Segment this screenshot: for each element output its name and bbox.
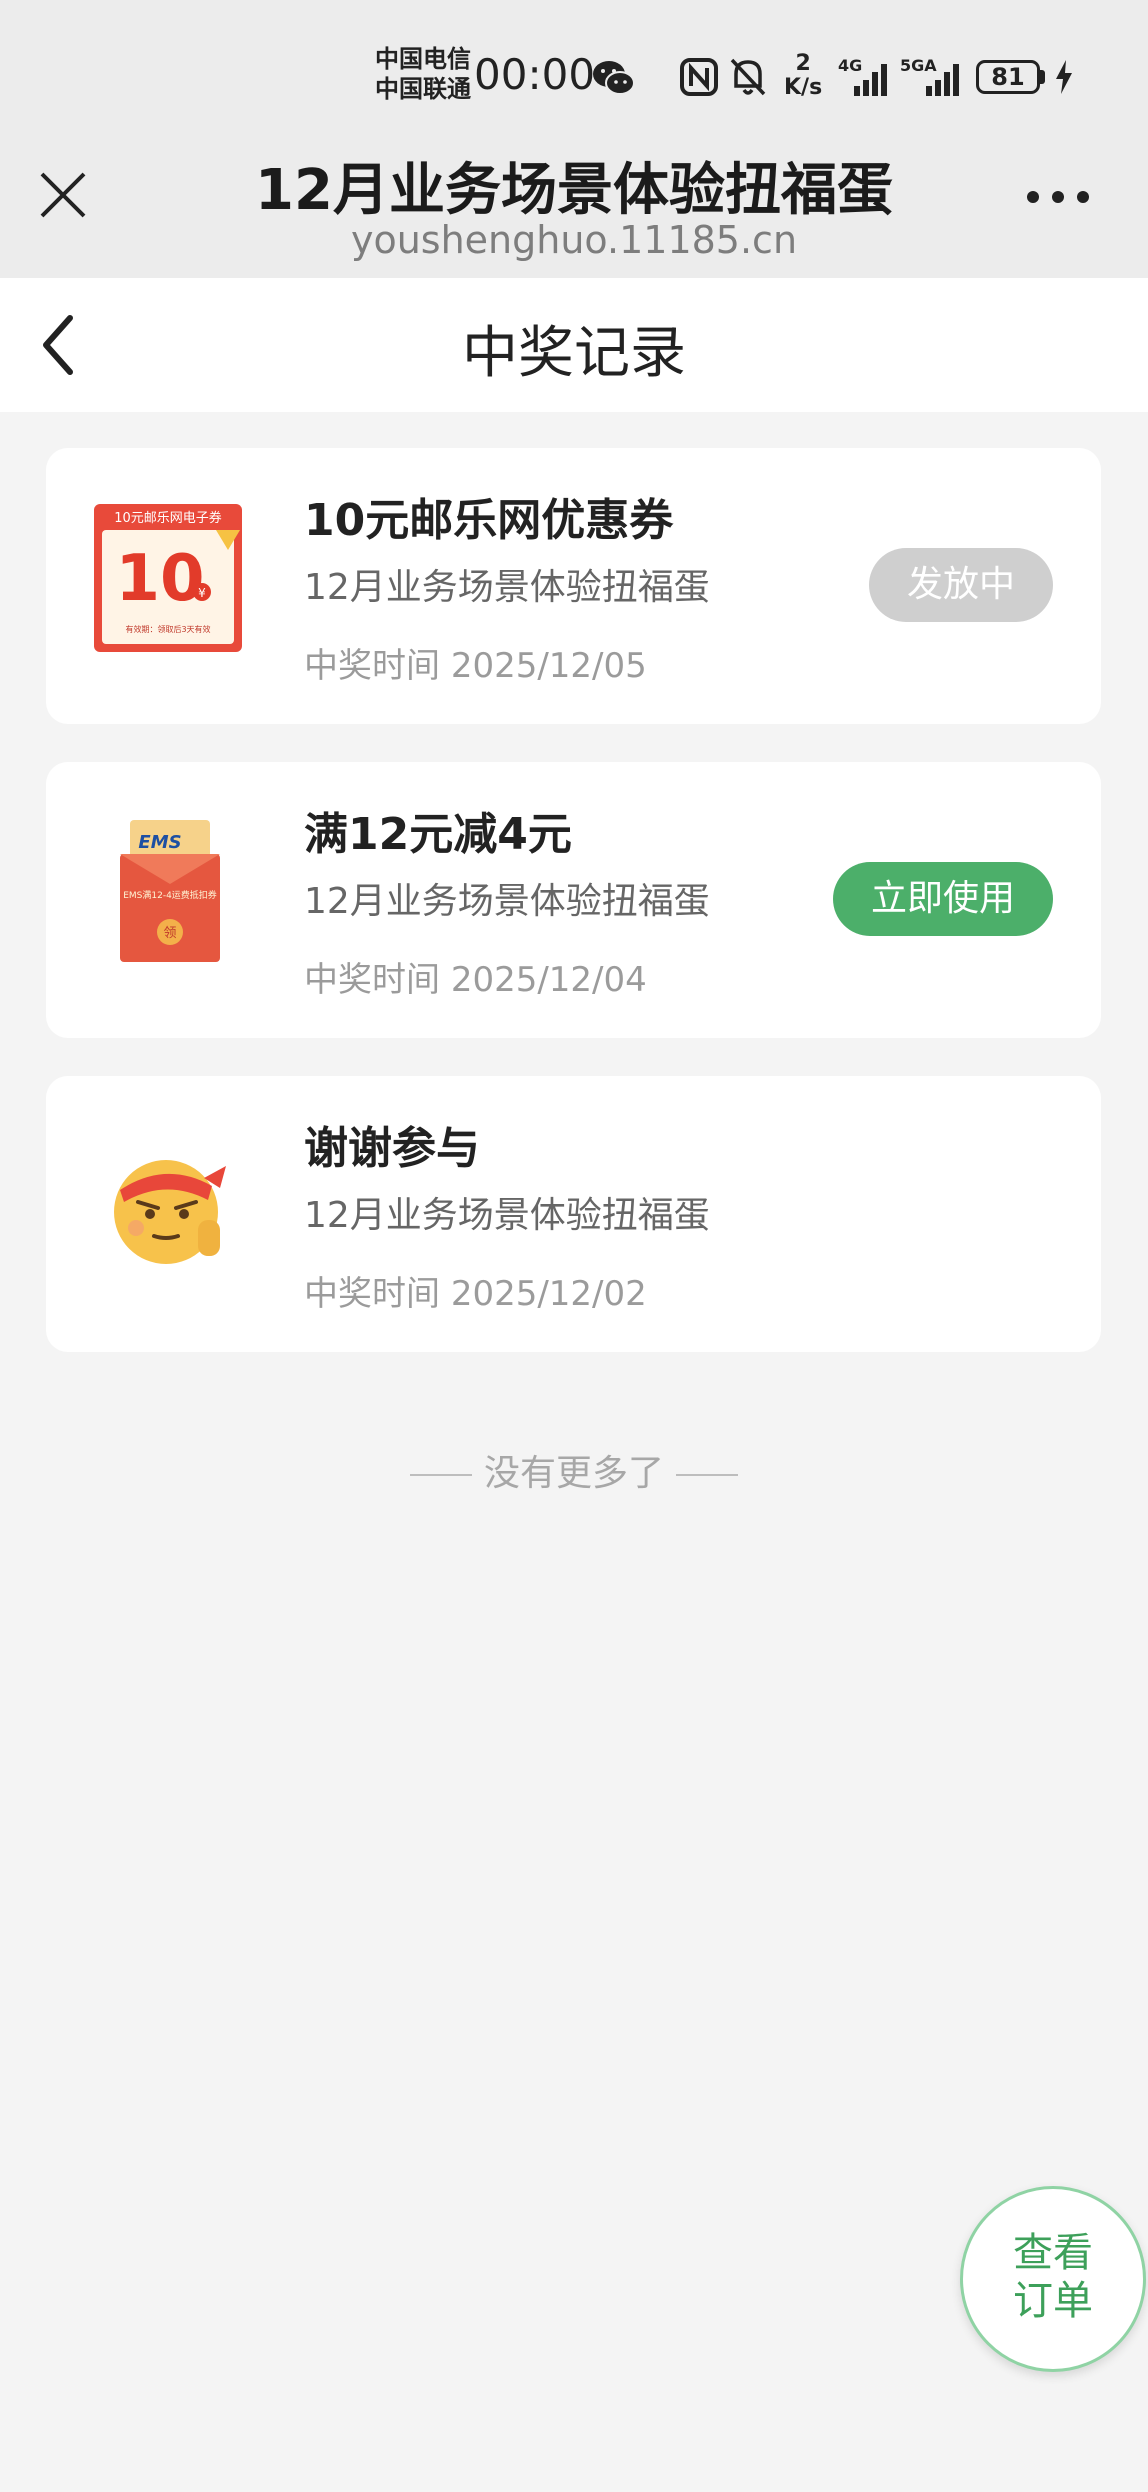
charging-icon — [1056, 60, 1072, 94]
svg-text:¥: ¥ — [198, 586, 206, 600]
record-campaign: 12月业务场景体验扭福蛋 — [304, 881, 710, 922]
svg-text:10元邮乐网电子券: 10元邮乐网电子券 — [114, 510, 222, 526]
coupon-10-yuan-image: 10元邮乐网电子券 10 ¥ 有效期：领取后3天有效 — [94, 504, 242, 652]
carrier-2: 中国联通 — [375, 75, 471, 103]
view-orders-button[interactable]: 查看 订单 — [960, 2186, 1146, 2372]
carrier-1: 中国电信 — [375, 45, 471, 73]
bell-off-icon — [730, 58, 766, 96]
page-nav-bar: 中奖记录 — [0, 278, 1148, 412]
record-campaign: 12月业务场景体验扭福蛋 — [304, 567, 710, 608]
nfc-icon — [680, 58, 718, 96]
svg-text:EMS: EMS — [138, 832, 181, 853]
no-more-indicator: 没有更多了 — [0, 1444, 1148, 1496]
signal-icon — [926, 64, 959, 96]
page-title: 中奖记录 — [462, 321, 686, 386]
webview-header: 12月业务场景体验扭福蛋 youshenghuo.11185.cn — [0, 130, 1148, 278]
thank-you-emoji-icon — [114, 1160, 226, 1264]
prize-record-card: 10元邮乐网电子券 10 ¥ 有效期：领取后3天有效 10元邮乐网优惠券 12月… — [46, 448, 1101, 724]
signal-4g: 4G — [838, 56, 894, 96]
svg-text:10: 10 — [115, 542, 204, 616]
record-title: 满12元减4元 — [304, 809, 572, 860]
net-speed: 2 K/s — [784, 51, 823, 100]
record-title: 谢谢参与 — [304, 1123, 480, 1174]
svg-text:有效期：领取后3天有效: 有效期：领取后3天有效 — [125, 624, 210, 634]
battery-icon: 81 — [976, 60, 1040, 94]
record-title: 10元邮乐网优惠券 — [304, 495, 674, 546]
record-time: 中奖时间 2025/12/02 — [304, 1274, 647, 1314]
webview-url: youshenghuo.11185.cn — [350, 218, 798, 262]
battery-level: 81 — [991, 63, 1025, 91]
status-bar: 中国电信 中国联通 00:00 2 K/s 4G 5GA 81 — [0, 0, 1148, 130]
ems-coupon-envelope-image: EMS EMS满12-4运费抵扣券 领 — [120, 820, 220, 962]
record-time: 中奖时间 2025/12/04 — [304, 960, 647, 1000]
prize-record-card: EMS EMS满12-4运费抵扣券 领 满12元减4元 12月业务场景体验扭福蛋… — [46, 762, 1101, 1038]
webview-title: 12月业务场景体验扭福蛋 — [255, 158, 893, 223]
record-campaign: 12月业务场景体验扭福蛋 — [304, 1195, 710, 1236]
more-options-icon[interactable] — [1026, 190, 1090, 204]
wechat-icon — [593, 61, 635, 95]
divider-line — [409, 1474, 472, 1476]
status-time: 00:00 — [474, 50, 596, 99]
carrier-names: 中国电信 中国联通 — [375, 44, 471, 104]
svg-text:EMS满12-4运费抵扣券: EMS满12-4运费抵扣券 — [123, 889, 217, 901]
divider-line — [676, 1474, 738, 1476]
signal-5ga: 5GA — [900, 56, 966, 96]
svg-text:领: 领 — [163, 926, 176, 941]
prize-record-card: 谢谢参与 12月业务场景体验扭福蛋 中奖时间 2025/12/02 — [46, 1076, 1101, 1352]
issuing-status-button: 发放中 — [869, 548, 1053, 622]
signal-icon — [854, 64, 887, 96]
use-now-button[interactable]: 立即使用 — [833, 862, 1053, 936]
record-time: 中奖时间 2025/12/05 — [304, 646, 647, 686]
